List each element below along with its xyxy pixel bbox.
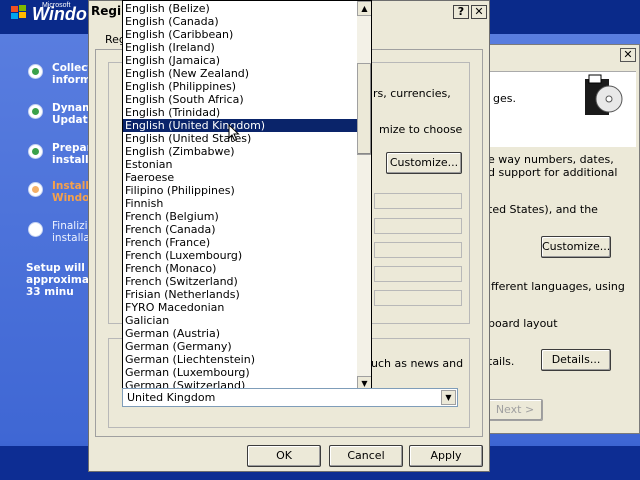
sample-long-date-field [374, 290, 462, 306]
dropdown-option[interactable]: English (United States) [123, 132, 357, 145]
bg-text-5: board layout [488, 317, 558, 330]
step-dynamic-update: Dynam Update [24, 100, 95, 130]
dropdown-option[interactable]: Frisian (Netherlands) [123, 288, 357, 301]
cd-box-icon [585, 74, 623, 115]
dropdown-scrollbar[interactable]: ▲ ▼ [357, 1, 371, 391]
cancel-button[interactable]: Cancel [329, 445, 403, 467]
dropdown-option[interactable]: French (Luxembourg) [123, 249, 357, 262]
dropdown-option[interactable]: Finnish [123, 197, 357, 210]
apply-button[interactable]: Apply [409, 445, 483, 467]
dropdown-option[interactable]: German (Austria) [123, 327, 357, 340]
details-button[interactable]: Details... [541, 349, 611, 371]
step-finalize: Finalizi installat [24, 218, 94, 248]
step-collect: Collect inform [24, 60, 94, 90]
step-complete-icon [28, 64, 43, 79]
scroll-thumb[interactable] [357, 63, 371, 155]
dropdown-option[interactable]: FYRO Macedonian [123, 301, 357, 314]
dialog-title: Regi [91, 4, 122, 18]
setup-time-remaining: Setup will c approximat 33 minu [26, 262, 90, 298]
dropdown-option[interactable]: Filipino (Philippines) [123, 184, 357, 197]
sample-short-date-field [374, 266, 462, 282]
sample-number-field [374, 193, 462, 209]
regional-language-dialog: ✕ ges. e way numbers, dates, d support f… [480, 44, 640, 434]
bg-text-3: ted States), and the [488, 203, 598, 216]
dropdown-option[interactable]: English (South Africa) [123, 93, 357, 106]
dropdown-option[interactable]: French (France) [123, 236, 357, 249]
next-button[interactable]: Next > [487, 399, 543, 421]
dropdown-option[interactable]: English (Philippines) [123, 80, 357, 93]
location-text: uch as news and [371, 357, 464, 370]
dropdown-option[interactable]: Faeroese [123, 171, 357, 184]
scroll-up-icon[interactable]: ▲ [357, 1, 371, 16]
help-icon[interactable]: ? [453, 5, 469, 19]
dropdown-option[interactable]: German (Germany) [123, 340, 357, 353]
step-complete-icon [28, 144, 43, 159]
dropdown-option[interactable]: English (Belize) [123, 2, 357, 15]
step-install: Install Windo [24, 178, 94, 208]
dropdown-items: English (Belize) English (Canada) English … [123, 2, 357, 391]
dropdown-option[interactable]: English (Caribbean) [123, 28, 357, 41]
dropdown-option[interactable]: French (Switzerland) [123, 275, 357, 288]
bg-text-4: ifferent languages, using [488, 280, 625, 293]
dropdown-option[interactable]: Estonian [123, 158, 357, 171]
dropdown-option[interactable]: French (Monaco) [123, 262, 357, 275]
windows-flag-icon [11, 5, 26, 19]
dropdown-option[interactable]: French (Canada) [123, 223, 357, 236]
windows-logo: Microsoft Windo [11, 2, 87, 25]
dropdown-option[interactable]: English (Jamaica) [123, 54, 357, 67]
dropdown-option[interactable]: English (New Zealand) [123, 67, 357, 80]
sample-currency-field [374, 218, 462, 234]
dropdown-option[interactable]: English (United Kingdom) [123, 119, 357, 132]
combo-value: United Kingdom [127, 391, 216, 404]
dropdown-option[interactable]: English (Canada) [123, 15, 357, 28]
bg-text-2: d support for additional [488, 166, 618, 179]
dropdown-option[interactable]: French (Belgium) [123, 210, 357, 223]
logo-microsoft-text: Microsoft [42, 2, 71, 9]
standards-text-1: rs, currencies, [373, 87, 451, 100]
bg-text-1: e way numbers, dates, [488, 153, 614, 166]
dropdown-option[interactable]: German (Liechtenstein) [123, 353, 357, 366]
sample-time-field [374, 242, 462, 258]
dropdown-option[interactable]: English (Trinidad) [123, 106, 357, 119]
customize-button[interactable]: Customize... [386, 152, 462, 174]
ok-button[interactable]: OK [247, 445, 321, 467]
dropdown-option[interactable]: English (Ireland) [123, 41, 357, 54]
language-dropdown-list[interactable]: English (Belize) English (Canada) English … [122, 0, 372, 392]
dropdown-option[interactable]: German (Luxembourg) [123, 366, 357, 379]
mouse-pointer-icon [228, 124, 240, 142]
location-combo-box[interactable]: United Kingdom ▼ [122, 388, 458, 407]
customize-button-2[interactable]: Customize... [541, 236, 611, 258]
step-current-icon [28, 182, 43, 197]
chevron-down-icon[interactable]: ▼ [441, 390, 456, 405]
dropdown-option[interactable]: Galician [123, 314, 357, 327]
close-icon[interactable]: ✕ [620, 48, 636, 62]
step-pending-icon [28, 222, 43, 237]
step-prepare: Prepar installa [24, 140, 96, 170]
dropdown-option[interactable]: English (Zimbabwe) [123, 145, 357, 158]
standards-text-2: mize to choose [379, 123, 463, 136]
step-complete-icon [28, 104, 43, 119]
close-icon[interactable]: ✕ [471, 5, 487, 19]
